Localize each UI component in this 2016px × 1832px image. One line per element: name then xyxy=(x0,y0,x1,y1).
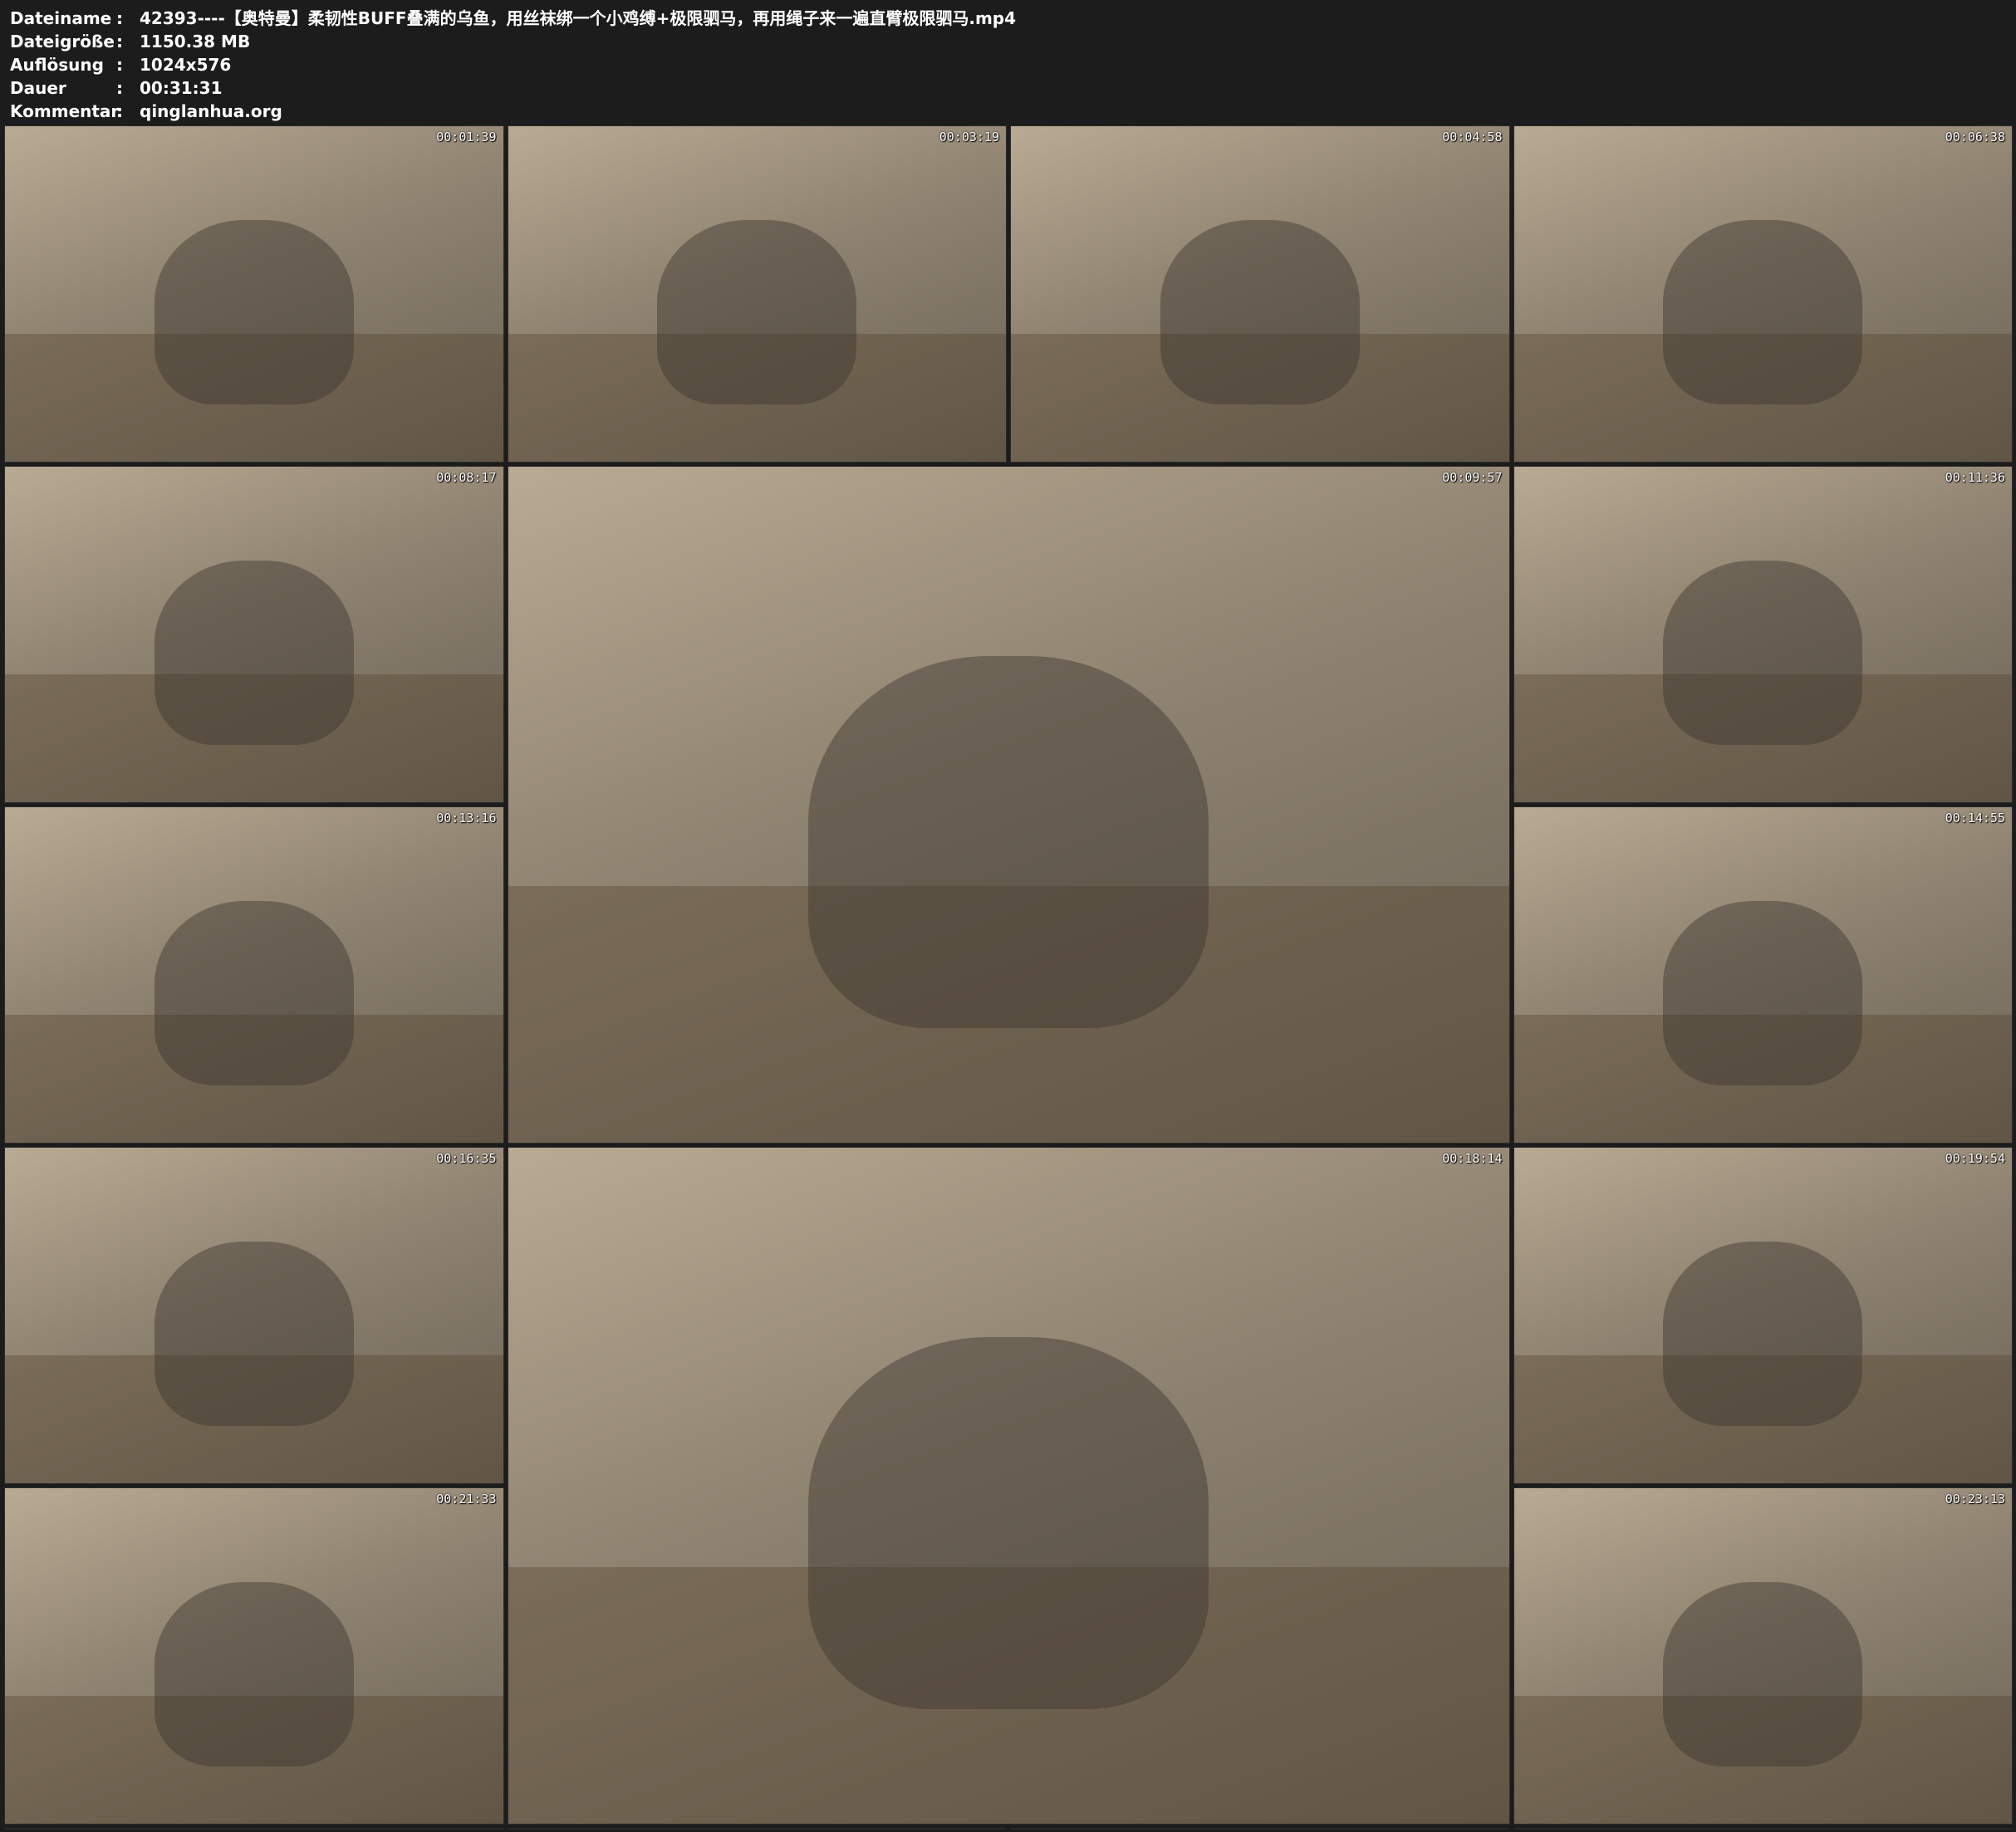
meta-key: Auflösung xyxy=(10,55,104,75)
thumbnail-timestamp: 00:23:13 xyxy=(1945,1492,2005,1506)
thumbnail-image xyxy=(808,655,1209,1028)
thumbnail-image xyxy=(154,1242,354,1427)
video-thumbnail: 00:13:16 xyxy=(4,806,504,1144)
thumbnail-timestamp: 00:09:57 xyxy=(1442,470,1503,485)
thumbnail-image xyxy=(1663,561,1863,746)
video-thumbnail: 00:09:57 xyxy=(507,466,1510,1144)
thumbnail-timestamp: 00:03:19 xyxy=(939,130,999,145)
meta-value: 1150.38 MB xyxy=(140,32,251,51)
meta-value: 00:31:31 xyxy=(140,78,223,98)
video-thumbnail: 00:01:39 xyxy=(4,125,504,463)
meta-separator: : xyxy=(116,55,123,75)
meta-row-comment: Kommentar : qinglanhua.org xyxy=(10,100,1016,123)
thumbnail-image xyxy=(1663,901,1863,1086)
thumbnail-image xyxy=(154,1582,354,1767)
thumbnail-image xyxy=(154,220,354,405)
thumbnail-timestamp: 00:06:38 xyxy=(1945,130,2005,145)
thumbnail-image xyxy=(657,220,857,405)
thumbnail-timestamp: 00:08:17 xyxy=(436,470,497,485)
meta-value: 42393----【奥特曼】柔韧性BUFF叠满的乌鱼，用丝袜绑一个小鸡缚+极限驷… xyxy=(140,8,1017,28)
file-metadata: Dateiname : 42393----【奥特曼】柔韧性BUFF叠满的乌鱼，用… xyxy=(10,7,1016,123)
meta-key: Kommentar xyxy=(10,101,120,121)
thumbnail-image xyxy=(154,561,354,746)
meta-key: Dateigröße xyxy=(10,32,115,51)
video-thumbnail: 00:19:54 xyxy=(1513,1147,2013,1484)
video-thumbnail: 00:11:36 xyxy=(1513,466,2013,803)
thumbnail-image xyxy=(1663,220,1863,405)
meta-row-filesize: Dateigröße : 1150.38 MB xyxy=(10,30,1016,53)
meta-separator: : xyxy=(116,8,123,28)
thumbnail-image xyxy=(154,901,354,1086)
meta-key: Dateiname xyxy=(10,8,112,28)
thumbnail-image xyxy=(808,1336,1209,1709)
video-thumbnail: 00:23:13 xyxy=(1513,1487,2013,1825)
video-thumbnail: 00:04:58 xyxy=(1010,125,1510,463)
meta-row-duration: Dauer : 00:31:31 xyxy=(10,76,1016,100)
meta-separator: : xyxy=(116,78,123,98)
thumbnail-image xyxy=(1160,220,1360,405)
thumbnail-timestamp: 00:13:16 xyxy=(436,811,497,825)
video-thumbnail: 00:21:33 xyxy=(4,1487,504,1825)
meta-row-filename: Dateiname : 42393----【奥特曼】柔韧性BUFF叠满的乌鱼，用… xyxy=(10,7,1016,30)
thumbnail-timestamp: 00:19:54 xyxy=(1945,1151,2005,1166)
thumbnail-image xyxy=(1663,1242,1863,1427)
video-thumbnail: 00:08:17 xyxy=(4,466,504,803)
meta-row-resolution: Auflösung : 1024x576 xyxy=(10,53,1016,76)
video-thumbnail: 00:14:55 xyxy=(1513,806,2013,1144)
meta-value: 1024x576 xyxy=(140,55,232,75)
video-thumbnail: 00:18:14 xyxy=(507,1147,1510,1825)
thumbnail-timestamp: 00:16:35 xyxy=(436,1151,497,1166)
meta-separator: : xyxy=(116,32,123,51)
video-thumbnail: 00:16:35 xyxy=(4,1147,504,1484)
thumbnail-timestamp: 00:01:39 xyxy=(436,130,497,145)
thumbnail-grid: 00:01:39 00:03:19 00:04:58 00:06:38 00:08:17… xyxy=(4,125,2013,1829)
thumbnail-timestamp: 00:18:14 xyxy=(1442,1151,1503,1166)
thumbnail-timestamp: 00:21:33 xyxy=(436,1492,497,1506)
video-thumbnail: 00:06:38 xyxy=(1513,125,2013,463)
thumbnail-timestamp: 00:11:36 xyxy=(1945,470,2005,485)
thumbnail-timestamp: 00:14:55 xyxy=(1945,811,2005,825)
meta-value: qinglanhua.org xyxy=(140,101,282,121)
video-thumbnail: 00:03:19 xyxy=(507,125,1007,463)
thumbnail-image xyxy=(1663,1582,1863,1767)
thumbnail-timestamp: 00:04:58 xyxy=(1442,130,1503,145)
meta-separator: : xyxy=(116,101,123,121)
meta-key: Dauer xyxy=(10,78,66,98)
